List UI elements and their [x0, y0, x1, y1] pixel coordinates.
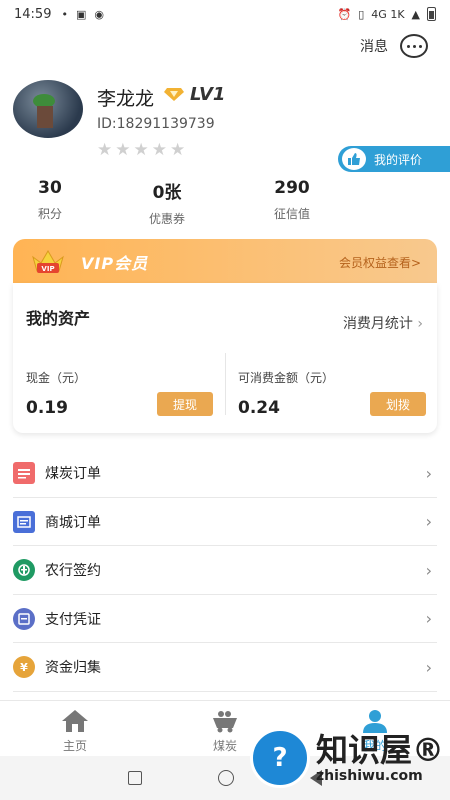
star-icon: ★	[170, 140, 186, 160]
stat-value: 30	[38, 178, 62, 198]
coal-order-icon	[13, 462, 35, 485]
coal-cart-icon	[211, 709, 239, 733]
stat-label: 征信值	[273, 207, 310, 221]
menu-list: 煤炭订单 › 商城订单 › 农行签约 › 支付凭证 › ¥ 资金归集 ›	[0, 449, 450, 692]
star-icon: ★	[151, 140, 167, 160]
signal-icon: ▲	[411, 7, 420, 21]
cash-section: 现金（元） 0.19	[26, 369, 86, 418]
watermark: ? 知识屋® zhishiwu.com	[250, 716, 450, 800]
vip-benefits-link[interactable]: 会员权益查看>	[339, 254, 421, 271]
stat-label: 优惠券	[148, 212, 185, 226]
system-icons: ⏰ ▯ 4G 1K ▲	[338, 7, 436, 21]
user-name: 李龙龙	[97, 88, 155, 110]
star-icon: ★	[133, 140, 149, 160]
menu-item-coal-order[interactable]: 煤炭订单 ›	[0, 449, 450, 498]
notification-icons: • ▣ ◉	[61, 8, 104, 21]
image-notification-icon: ▣	[75, 7, 87, 21]
chat-bubble-icon	[400, 34, 428, 58]
watermark-question-icon: ?	[250, 728, 310, 788]
menu-item-fund-collection[interactable]: ¥ 资金归集 ›	[0, 643, 450, 692]
watermark-text: 知识屋® zhishiwu.com	[316, 732, 444, 784]
rating-stars: ★ ★ ★ ★ ★	[97, 140, 185, 160]
chevron-right-icon: ›	[417, 316, 423, 332]
transfer-button[interactable]: 划拨	[370, 392, 426, 416]
tab-home[interactable]: 主页	[0, 701, 150, 756]
menu-item-label: 农行签约	[45, 563, 101, 580]
chevron-right-icon: ›	[425, 657, 432, 677]
spendable-value: 0.24	[238, 398, 280, 418]
stat-points[interactable]: 30 积分	[0, 178, 100, 222]
asset-card: 我的资产 消费月统计 › 现金（元） 0.19 提现 可消费金额（元） 0.24…	[13, 283, 437, 433]
chevron-right-icon: ›	[425, 560, 432, 580]
my-review-label: 我的评价	[374, 152, 423, 167]
menu-item-abc-bank-signing[interactable]: 农行签约 ›	[0, 546, 450, 595]
status-bar: 14:59 • ▣ ◉ ⏰ ▯ 4G 1K ▲	[0, 0, 450, 28]
user-level: LV1	[190, 84, 226, 105]
recent-apps-icon[interactable]	[128, 771, 142, 785]
vip-crown-icon: VIP	[31, 249, 65, 275]
alarm-icon: ⏰	[337, 7, 352, 21]
home-nav-icon[interactable]	[218, 770, 234, 786]
cash-label: 现金（元）	[26, 371, 87, 385]
monthly-stats-link[interactable]: 消费月统计 ›	[343, 313, 423, 333]
chevron-right-icon: ›	[425, 609, 432, 629]
vip-banner[interactable]: VIP VIP会员 会员权益查看>	[13, 239, 437, 285]
spendable-label: 可消费金额（元）	[238, 371, 335, 385]
vip-badge-text: VIP	[41, 265, 54, 273]
stat-coupons[interactable]: 0张 优惠券	[117, 178, 217, 227]
diamond-icon	[164, 88, 184, 101]
monthly-stats-label: 消费月统计	[342, 316, 413, 332]
vip-title: VIP会员	[81, 254, 149, 273]
watermark-en: zhishiwu.com	[316, 768, 423, 784]
notification-dot-icon: •	[61, 7, 68, 21]
menu-item-label: 支付凭证	[45, 611, 101, 628]
stat-label: 积分	[37, 207, 62, 221]
my-review-button[interactable]: 我的评价	[338, 146, 450, 172]
mall-order-icon	[13, 510, 35, 533]
withdraw-button[interactable]: 提现	[157, 392, 213, 416]
star-icon: ★	[97, 140, 113, 160]
payment-voucher-icon	[13, 607, 35, 630]
fund-collection-icon: ¥	[13, 656, 35, 679]
menu-item-label: 商城订单	[45, 514, 101, 531]
watermark-cn: 知识屋®	[316, 731, 445, 769]
avatar[interactable]	[13, 80, 83, 138]
user-id: ID:18291139739	[97, 116, 215, 132]
chevron-right-icon: ›	[425, 463, 432, 483]
menu-item-label: 煤炭订单	[45, 466, 101, 483]
thumbs-up-icon	[342, 148, 366, 170]
location-icon: ◉	[94, 7, 104, 21]
stat-value: 0张	[152, 183, 182, 203]
home-icon	[61, 709, 89, 733]
spendable-section: 可消费金额（元） 0.24	[238, 369, 334, 418]
menu-item-mall-order[interactable]: 商城订单 ›	[0, 498, 450, 547]
vibrate-icon: ▯	[358, 7, 365, 21]
cash-value: 0.19	[26, 398, 68, 418]
asset-title: 我的资产	[26, 309, 91, 328]
messages-label: 消息	[360, 39, 388, 55]
network-indicator: 4G 1K	[371, 7, 405, 21]
avatar-pot	[37, 106, 53, 128]
stat-credit[interactable]: 290 征信值	[242, 178, 342, 222]
battery-icon	[427, 7, 436, 21]
status-time: 14:59	[14, 6, 52, 22]
menu-item-label: 资金归集	[45, 660, 101, 677]
tab-label: 煤炭	[212, 739, 237, 753]
asset-divider	[225, 353, 226, 415]
abc-bank-icon	[13, 559, 35, 582]
tab-label: 主页	[62, 739, 87, 753]
star-icon: ★	[115, 140, 131, 160]
stat-value: 290	[274, 178, 310, 198]
menu-item-payment-voucher[interactable]: 支付凭证 ›	[0, 595, 450, 644]
chevron-right-icon: ›	[425, 512, 432, 532]
messages-button[interactable]: 消息	[360, 34, 428, 58]
